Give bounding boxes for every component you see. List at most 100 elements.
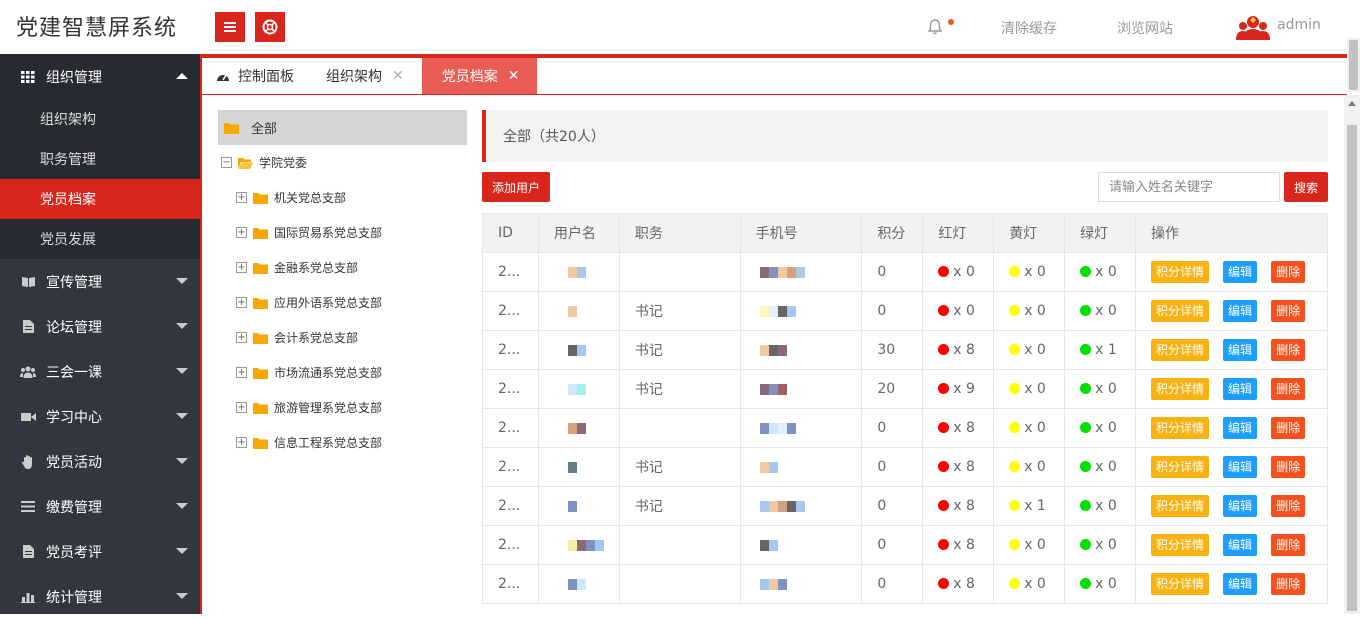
edit-button[interactable]: 编辑 bbox=[1223, 378, 1258, 400]
edit-button[interactable]: 编辑 bbox=[1223, 456, 1258, 478]
user-name[interactable]: admin bbox=[1277, 17, 1321, 33]
delete-button[interactable]: 删除 bbox=[1271, 534, 1306, 556]
sidebar-group-statistics[interactable]: 统计管理 bbox=[0, 574, 200, 619]
cell-username bbox=[537, 291, 620, 331]
scroll-up-arrow-icon[interactable] bbox=[1348, 101, 1356, 106]
close-icon[interactable]: ✕ bbox=[392, 68, 404, 84]
cell-duty bbox=[618, 564, 741, 604]
tree-node-child[interactable]: + 市场流通系党总支部 bbox=[218, 355, 467, 390]
search-input[interactable] bbox=[1098, 172, 1280, 202]
sidebar-group-label: 党员考评 bbox=[46, 544, 102, 561]
cell-id: 2... bbox=[482, 564, 539, 604]
sidebar-group-payment[interactable]: 缴费管理 bbox=[0, 484, 200, 529]
score-detail-button[interactable]: 积分详情 bbox=[1151, 261, 1210, 283]
edit-button[interactable]: 编辑 bbox=[1223, 534, 1258, 556]
edit-button[interactable]: 编辑 bbox=[1223, 495, 1258, 517]
edit-button[interactable]: 编辑 bbox=[1223, 417, 1258, 439]
score-detail-button[interactable]: 积分详情 bbox=[1151, 534, 1210, 556]
redacted-value bbox=[567, 264, 586, 280]
score-detail-button[interactable]: 积分详情 bbox=[1151, 456, 1210, 478]
sidebar-item-org-structure[interactable]: 组织架构 bbox=[0, 99, 200, 139]
cell-green-light: x 0 bbox=[1064, 486, 1137, 526]
score-detail-button[interactable]: 积分详情 bbox=[1151, 378, 1210, 400]
menu-toggle-button[interactable] bbox=[215, 12, 245, 42]
expand-icon[interactable]: + bbox=[236, 192, 247, 203]
search-button[interactable]: 搜索 bbox=[1284, 172, 1328, 202]
sidebar-group-publicity[interactable]: 宣传管理 bbox=[0, 259, 200, 304]
delete-button[interactable]: 删除 bbox=[1271, 495, 1306, 517]
redacted-value bbox=[567, 498, 577, 514]
delete-button[interactable]: 删除 bbox=[1271, 261, 1306, 283]
cell-points: 0 bbox=[861, 291, 924, 331]
sidebar-group-activities[interactable]: 党员活动 bbox=[0, 439, 200, 484]
delete-button[interactable]: 删除 bbox=[1271, 339, 1306, 361]
content-scrollbar-thumb[interactable] bbox=[1347, 125, 1357, 611]
expand-icon[interactable]: + bbox=[236, 437, 247, 448]
edit-button[interactable]: 编辑 bbox=[1223, 300, 1258, 322]
edit-button[interactable]: 编辑 bbox=[1223, 339, 1258, 361]
page-scrollbar-thumb[interactable] bbox=[1349, 40, 1358, 90]
tree-node-label: 信息工程系党总支部 bbox=[274, 436, 383, 450]
score-detail-button[interactable]: 积分详情 bbox=[1151, 495, 1210, 517]
cell-yellow-light: x 0 bbox=[993, 525, 1066, 565]
delete-button[interactable]: 删除 bbox=[1271, 300, 1306, 322]
delete-button[interactable]: 删除 bbox=[1271, 417, 1306, 439]
score-detail-button[interactable]: 积分详情 bbox=[1151, 300, 1210, 322]
score-detail-button[interactable]: 积分详情 bbox=[1151, 417, 1210, 439]
expand-icon[interactable]: + bbox=[236, 227, 247, 238]
cell-green-light: x 0 bbox=[1064, 408, 1137, 448]
score-detail-button[interactable]: 积分详情 bbox=[1151, 339, 1210, 361]
yellow-light-icon bbox=[1009, 539, 1021, 550]
bell-icon[interactable] bbox=[926, 18, 944, 36]
edit-button[interactable]: 编辑 bbox=[1223, 573, 1258, 595]
tab-member-archive[interactable]: 党员档案 ✕ bbox=[421, 58, 538, 94]
delete-button[interactable]: 删除 bbox=[1271, 456, 1306, 478]
collapse-icon[interactable]: − bbox=[221, 157, 232, 168]
expand-icon[interactable]: + bbox=[236, 297, 247, 308]
tree-node-root[interactable]: 全部 bbox=[218, 110, 467, 145]
tree-node-child[interactable]: + 金融系党总支部 bbox=[218, 250, 467, 285]
tree-node-child[interactable]: + 国际贸易系党总支部 bbox=[218, 215, 467, 250]
sidebar-accent-border bbox=[200, 54, 202, 614]
avatar[interactable] bbox=[1236, 12, 1270, 42]
help-button[interactable] bbox=[255, 12, 285, 42]
cell-id: 2... bbox=[482, 525, 539, 565]
tree-node-child[interactable]: + 会计系党总支部 bbox=[218, 320, 467, 355]
clear-cache-link[interactable]: 清除缓存 bbox=[1001, 18, 1057, 38]
expand-icon[interactable]: + bbox=[236, 367, 247, 378]
cell-red-light: x 8 bbox=[922, 525, 995, 565]
tab-dashboard[interactable]: 控制面板 bbox=[202, 58, 312, 94]
tree-node-child[interactable]: + 信息工程系党总支部 bbox=[218, 425, 467, 460]
sidebar-item-duty-management[interactable]: 职务管理 bbox=[0, 139, 200, 179]
sidebar-group-evaluation[interactable]: 党员考评 bbox=[0, 529, 200, 574]
sidebar-item-member-development[interactable]: 党员发展 bbox=[0, 219, 200, 259]
column-header: 操作 bbox=[1135, 213, 1328, 253]
edit-button[interactable]: 编辑 bbox=[1223, 261, 1258, 283]
yellow-light-icon bbox=[1009, 500, 1021, 511]
expand-icon[interactable]: + bbox=[236, 332, 247, 343]
tree-node-child[interactable]: + 应用外语系党总支部 bbox=[218, 285, 467, 320]
sidebar-group-learning[interactable]: 学习中心 bbox=[0, 394, 200, 439]
sidebar-item-member-archive[interactable]: 党员档案 bbox=[0, 179, 200, 219]
sidebar-group-org[interactable]: 组织管理 bbox=[0, 54, 200, 99]
redacted-value bbox=[759, 303, 796, 319]
tab-org-structure[interactable]: 组织架构 ✕ bbox=[312, 58, 422, 94]
content-scrollbar[interactable] bbox=[1344, 95, 1360, 614]
sidebar-group-forum[interactable]: 论坛管理 bbox=[0, 304, 200, 349]
red-count: x 9 bbox=[953, 381, 975, 397]
delete-button[interactable]: 删除 bbox=[1271, 378, 1306, 400]
tree-node-child[interactable]: + 机关党总支部 bbox=[218, 180, 467, 215]
score-detail-button[interactable]: 积分详情 bbox=[1151, 573, 1210, 595]
tree-node-parent[interactable]: − 学院党委 bbox=[218, 145, 467, 180]
add-user-button[interactable]: 添加用户 bbox=[482, 172, 550, 202]
tree-node-child[interactable]: + 旅游管理系党总支部 bbox=[218, 390, 467, 425]
cell-actions: 积分详情 编辑 删除 bbox=[1135, 525, 1328, 565]
browse-site-link[interactable]: 浏览网站 bbox=[1117, 18, 1173, 38]
close-icon[interactable]: ✕ bbox=[508, 68, 520, 84]
expand-icon[interactable]: + bbox=[236, 262, 247, 273]
green-light-icon bbox=[1080, 266, 1092, 277]
tree-node-label: 全部 bbox=[251, 122, 278, 137]
expand-icon[interactable]: + bbox=[236, 402, 247, 413]
sidebar-group-meetings[interactable]: 三会一课 bbox=[0, 349, 200, 394]
delete-button[interactable]: 删除 bbox=[1271, 573, 1306, 595]
